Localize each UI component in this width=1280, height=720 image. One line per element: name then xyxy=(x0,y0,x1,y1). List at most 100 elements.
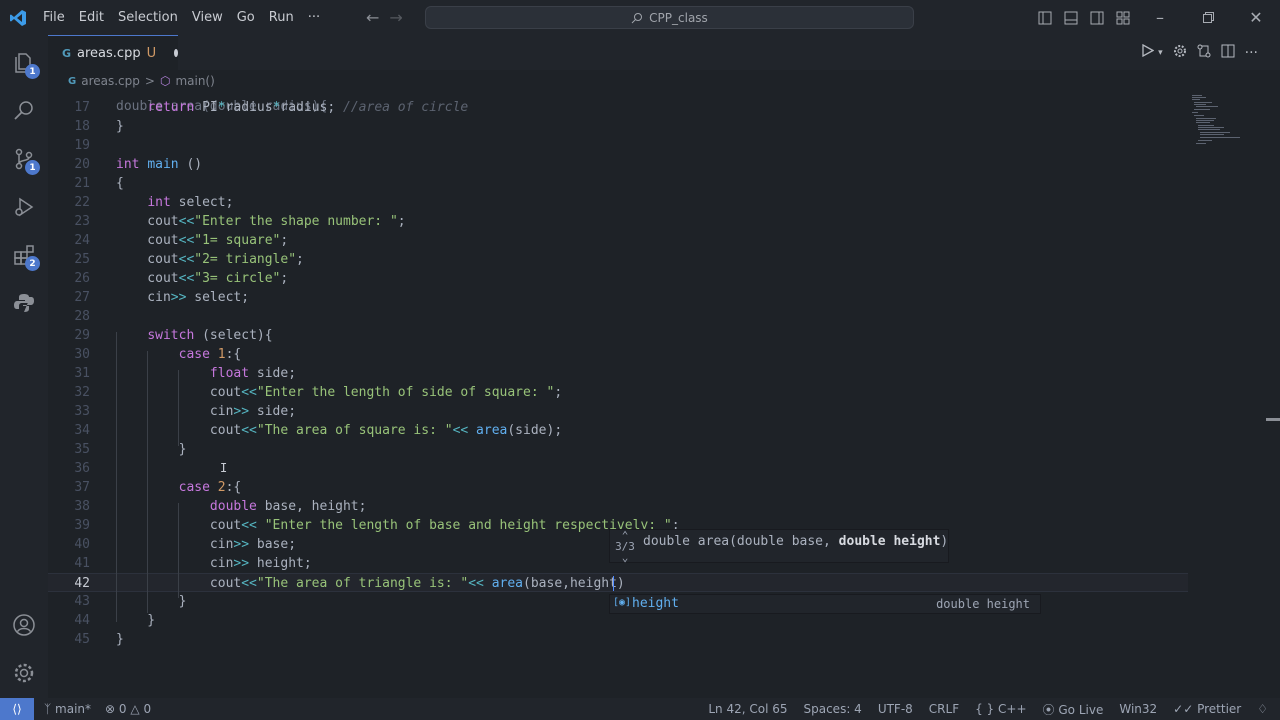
toggle-secondary-sidebar-icon[interactable] xyxy=(1084,11,1110,25)
code-line[interactable]: 27 cin>> select; xyxy=(48,288,1188,307)
code-line[interactable]: 21 { xyxy=(48,174,1188,193)
source-control-icon[interactable]: 1 xyxy=(0,135,48,183)
code-line[interactable]: 17 return PI*radius*radius; //area of ci… xyxy=(48,98,1188,117)
broadcast-icon: ⦿ xyxy=(1042,702,1055,717)
search-view-icon[interactable] xyxy=(0,87,48,135)
compare-changes-icon[interactable] xyxy=(1197,44,1211,62)
line-number: 23 xyxy=(74,214,90,229)
code-line[interactable]: 30 case 1:{ xyxy=(48,345,1188,364)
breadcrumb-file[interactable]: areas.cpp xyxy=(81,74,140,88)
language-mode[interactable]: { } C++ xyxy=(975,702,1026,716)
menu-selection[interactable]: Selection xyxy=(111,0,185,35)
parameter-hint-widget: ⌃ 3/3 ⌄ double area(double base, double … xyxy=(609,529,949,563)
code-text: cin>> select; xyxy=(116,290,250,305)
code-line[interactable]: 29 switch (select){ xyxy=(48,326,1188,345)
unsaved-dot-icon[interactable] xyxy=(174,49,178,57)
notifications-bell-icon[interactable]: ♢ xyxy=(1257,702,1268,716)
minimize-icon[interactable]: – xyxy=(1136,8,1184,27)
code-line[interactable]: 26 cout<<"3= circle"; xyxy=(48,269,1188,288)
prettier-item[interactable]: ✓✓ Prettier xyxy=(1173,702,1241,716)
indentation[interactable]: Spaces: 4 xyxy=(804,702,862,716)
menu-more[interactable]: ··· xyxy=(301,0,327,35)
code-line[interactable]: 28 xyxy=(48,307,1188,326)
braces-icon: { } xyxy=(975,702,995,716)
toggle-sidebar-icon[interactable] xyxy=(1032,11,1058,25)
line-number: 44 xyxy=(74,613,90,628)
breadcrumb-symbol[interactable]: main() xyxy=(175,74,214,88)
line-number: 21 xyxy=(74,176,90,191)
end-of-line[interactable]: CRLF xyxy=(929,702,959,716)
breadcrumb-cpp-icon: G xyxy=(68,75,77,87)
code-line[interactable]: 33 cin>> side; xyxy=(48,402,1188,421)
indent-guide xyxy=(178,503,179,598)
python-icon[interactable] xyxy=(0,279,48,327)
breadcrumb-separator: > xyxy=(144,74,155,88)
branch-item[interactable]: ᛉ main* xyxy=(44,702,91,716)
run-debug-icon[interactable] xyxy=(0,183,48,231)
menu-run[interactable]: Run xyxy=(262,0,301,35)
forward-arrow-icon[interactable]: → xyxy=(389,8,402,27)
code-text: switch (select){ xyxy=(147,328,273,343)
code-text: case 2:{ xyxy=(178,480,242,495)
platform[interactable]: Win32 xyxy=(1119,702,1157,716)
split-editor-icon[interactable] xyxy=(1221,44,1235,62)
code-text: cout<<"1= square"; xyxy=(116,233,289,248)
account-icon[interactable] xyxy=(0,601,48,649)
code-line[interactable]: 35 } xyxy=(48,440,1188,459)
suggestion-item[interactable]: height xyxy=(632,595,679,613)
code-text: cout<<"Enter the length of side of squar… xyxy=(209,385,563,400)
more-actions-icon[interactable]: ··· xyxy=(1245,45,1258,61)
close-window-icon[interactable]: ✕ xyxy=(1232,8,1280,27)
line-number: 45 xyxy=(74,632,90,647)
code-line[interactable]: 24 cout<<"1= square"; xyxy=(48,231,1188,250)
menu-file[interactable]: File xyxy=(36,0,72,35)
code-line[interactable]: 19 xyxy=(48,136,1188,155)
code-line[interactable]: 38 double base, height; xyxy=(48,497,1188,516)
code-line[interactable]: 20 int main () xyxy=(48,155,1188,174)
code-line[interactable]: 31 float side; xyxy=(48,364,1188,383)
error-icon: ⊗ xyxy=(105,702,116,716)
explorer-icon[interactable]: 1 xyxy=(0,39,48,87)
run-code-icon[interactable] xyxy=(1141,43,1155,61)
code-line[interactable]: 23 cout<<"Enter the shape number: "; xyxy=(48,212,1188,231)
code-line[interactable]: 18} xyxy=(48,117,1188,136)
code-line[interactable]: 36 xyxy=(48,459,1188,478)
vertical-scrollbar[interactable] xyxy=(1268,92,1280,698)
manage-gear-icon[interactable] xyxy=(0,649,48,697)
code-line[interactable]: 45} xyxy=(48,630,1188,649)
code-line[interactable]: 22 int select; xyxy=(48,193,1188,212)
go-live-button[interactable]: ⦿ Go Live xyxy=(1043,701,1104,718)
cursor-position[interactable]: Ln 42, Col 65 xyxy=(708,702,787,716)
settings-gear-icon[interactable] xyxy=(1173,44,1187,62)
menu-go[interactable]: Go xyxy=(230,0,262,35)
line-number: 33 xyxy=(74,404,90,419)
problems-item[interactable]: ⊗ 0 △ 0 xyxy=(105,702,151,716)
indent-guide xyxy=(147,351,148,613)
command-center-search[interactable]: CPP_class xyxy=(425,6,914,29)
code-line[interactable]: 25 cout<<"2= triangle"; xyxy=(48,250,1188,269)
explorer-badge: 1 xyxy=(25,64,40,79)
chevron-down-icon[interactable]: ⌄ xyxy=(613,552,637,563)
code-line[interactable]: 42 cout<<"The area of triangle is: "<< a… xyxy=(48,573,1188,592)
extensions-icon[interactable]: 2 xyxy=(0,231,48,279)
minimap[interactable] xyxy=(1188,92,1268,698)
tab-areas-cpp[interactable]: G areas.cpp U xyxy=(48,35,178,70)
remote-indicator-icon[interactable]: ⟨⟩ xyxy=(0,698,34,720)
code-text: double base, height; xyxy=(209,499,367,514)
toggle-panel-icon[interactable] xyxy=(1058,11,1084,25)
code-line[interactable]: 37 case 2:{ xyxy=(48,478,1188,497)
partial-code-line: double area(double radius){ xyxy=(116,99,328,114)
line-number: 26 xyxy=(74,271,90,286)
run-dropdown-chevron-icon[interactable]: ▾ xyxy=(1158,48,1163,58)
signature-pager[interactable]: ⌃ 3/3 ⌄ xyxy=(613,530,637,563)
menu-edit[interactable]: Edit xyxy=(72,0,111,35)
code-text: } xyxy=(116,119,124,134)
menu-view[interactable]: View xyxy=(185,0,230,35)
restore-icon[interactable] xyxy=(1184,12,1232,23)
encoding[interactable]: UTF-8 xyxy=(878,702,913,716)
search-icon xyxy=(631,12,643,23)
customize-layout-icon[interactable] xyxy=(1110,11,1136,25)
code-line[interactable]: 32 cout<<"Enter the length of side of sq… xyxy=(48,383,1188,402)
code-line[interactable]: 34 cout<<"The area of square is: "<< are… xyxy=(48,421,1188,440)
back-arrow-icon[interactable]: ← xyxy=(366,8,379,27)
